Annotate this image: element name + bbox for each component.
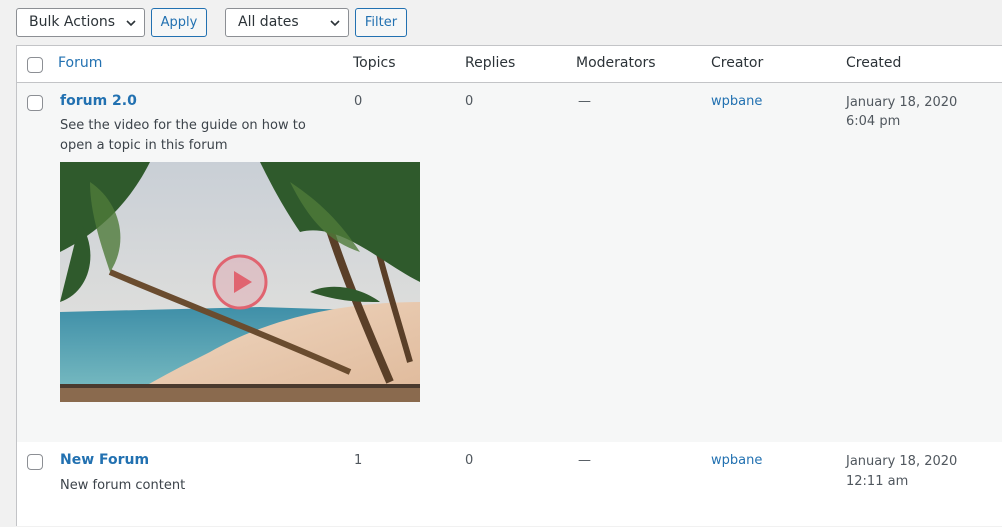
created-time: 12:11 am [846, 474, 909, 489]
created-date: January 18, 2020 [846, 454, 958, 469]
forum-description: See the video for the guide on how to op… [60, 118, 306, 153]
play-icon[interactable] [212, 254, 268, 310]
table-row: New Forum New forum content 1 0 — wpbane… [17, 442, 1002, 527]
bulk-actions-label: Bulk Actions [29, 14, 116, 30]
table-row: forum 2.0 See the video for the guide on… [17, 83, 1002, 442]
table-header: Forum Topics Replies Moderators Creator … [17, 46, 1002, 83]
column-moderators: Moderators [576, 55, 656, 71]
creator-link[interactable]: wpbane [711, 94, 762, 109]
dates-label: All dates [238, 14, 299, 30]
filter-button[interactable]: Filter [355, 8, 407, 37]
chevron-down-icon [126, 20, 136, 27]
forum-description: New forum content [60, 478, 186, 493]
column-forum[interactable]: Forum [58, 55, 102, 71]
apply-button[interactable]: Apply [151, 8, 207, 37]
created-date: January 18, 2020 [846, 95, 958, 110]
topics-count: 1 [354, 453, 363, 468]
replies-count: 0 [465, 94, 474, 109]
column-created: Created [846, 55, 902, 71]
replies-count: 0 [465, 453, 474, 468]
row-checkbox[interactable] [27, 454, 43, 470]
creator-link[interactable]: wpbane [711, 453, 762, 468]
column-topics: Topics [353, 55, 396, 71]
row-checkbox[interactable] [27, 95, 43, 111]
chevron-down-icon [330, 20, 340, 27]
forum-title-link[interactable]: forum 2.0 [60, 93, 137, 109]
moderators-value: — [578, 453, 591, 468]
column-creator: Creator [711, 55, 764, 71]
dates-select[interactable]: All dates [225, 8, 349, 37]
column-replies: Replies [465, 55, 516, 71]
forum-title-link[interactable]: New Forum [60, 452, 149, 468]
created-time: 6:04 pm [846, 114, 901, 129]
bulk-actions-select[interactable]: Bulk Actions [16, 8, 145, 37]
video-thumbnail[interactable] [60, 162, 420, 402]
select-all-checkbox[interactable] [27, 57, 43, 73]
topics-count: 0 [354, 94, 363, 109]
table-toolbar: Bulk Actions Apply All dates Filter [0, 0, 1002, 45]
forums-table: Forum Topics Replies Moderators Creator … [16, 45, 1002, 526]
moderators-value: — [578, 94, 591, 109]
